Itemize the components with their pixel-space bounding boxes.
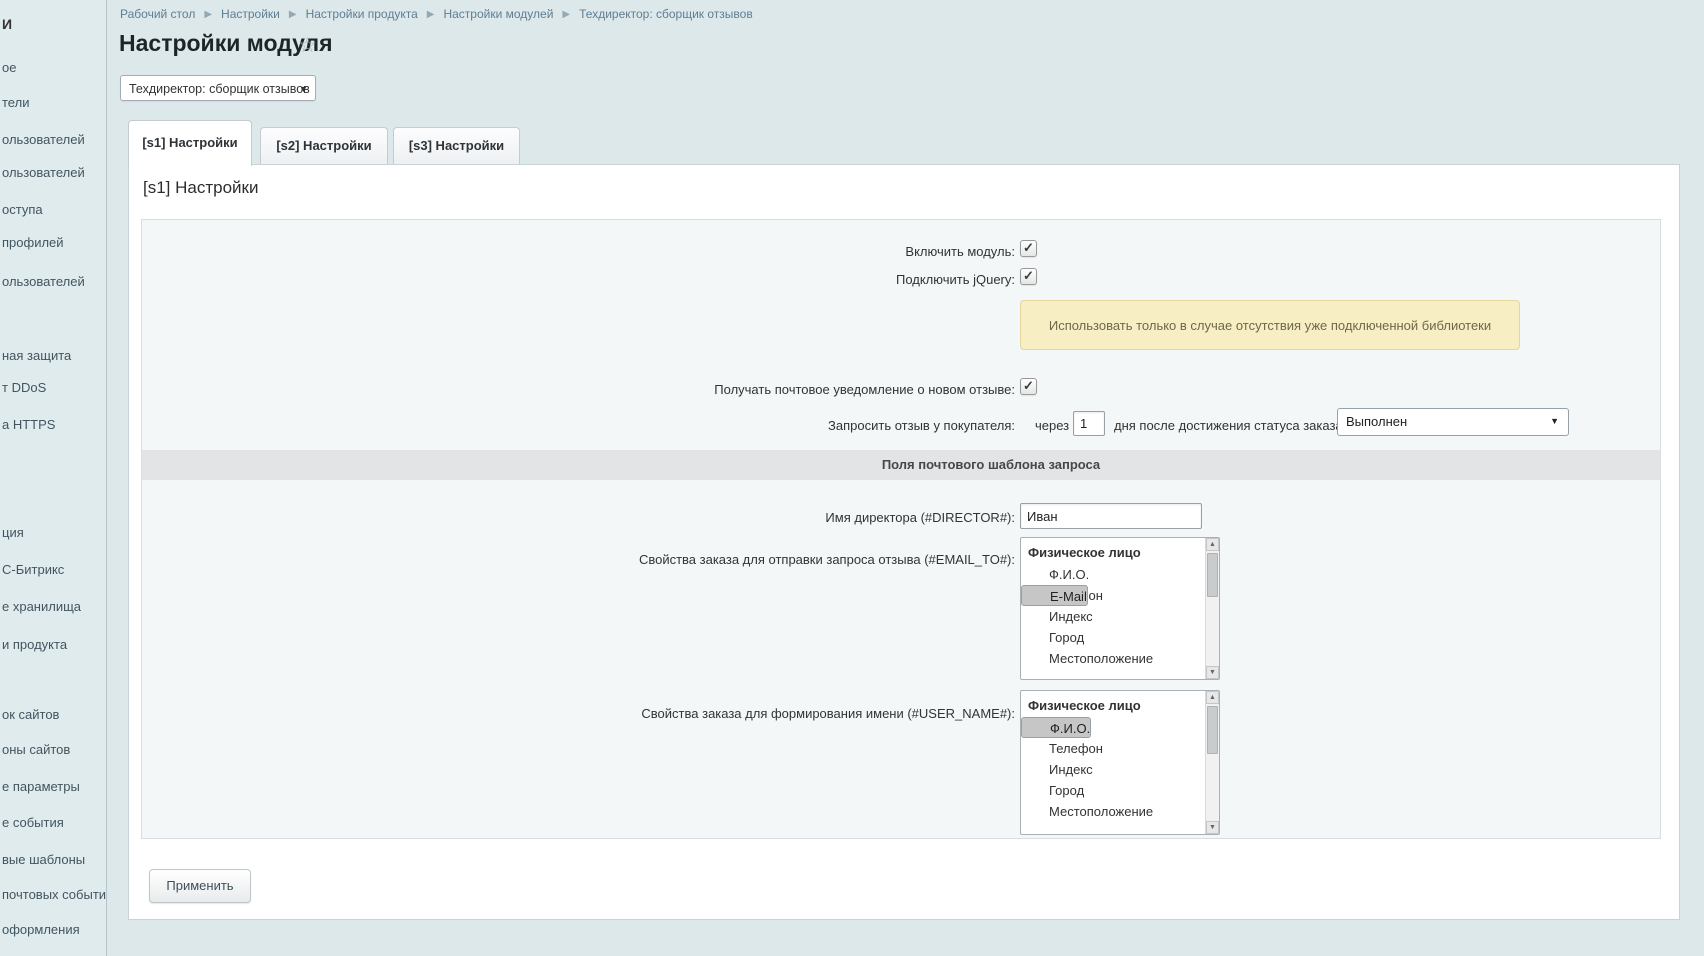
sidebar-item[interactable]: оны сайтов (2, 742, 70, 757)
sidebar-item[interactable]: ользователей (2, 132, 85, 147)
breadcrumb-item[interactable]: Настройки модулей (443, 7, 553, 21)
sidebar-item[interactable]: а HTTPS (2, 417, 55, 432)
include-jquery-checkbox[interactable] (1020, 268, 1037, 285)
breadcrumb-item-current: Техдиректор: сборщик отзывов (579, 7, 753, 21)
order-status-select[interactable]: Выполнен ▼ (1337, 408, 1569, 436)
days-input[interactable] (1073, 411, 1105, 436)
sidebar-item[interactable]: ользователей (2, 165, 85, 180)
listbox-email-to[interactable]: Физическое лицоФ.И.О.E-MailТелефонИндекс… (1020, 537, 1220, 680)
sidebar-item[interactable]: тели (2, 95, 29, 110)
scrollbar[interactable]: ▲ ▼ (1205, 691, 1219, 834)
sidebar-item[interactable]: почтовых событи (2, 887, 106, 902)
listbox-option[interactable]: Ф.И.О. (1021, 564, 1205, 585)
scrollbar[interactable]: ▲ ▼ (1205, 538, 1219, 679)
scroll-down-icon[interactable]: ▼ (1206, 666, 1219, 679)
left-sidebar: И ое тели ользователей ользователей осту… (0, 0, 107, 956)
request-review-suffix: дня после достижения статуса заказа (1114, 418, 1343, 433)
email-notify-checkbox[interactable] (1020, 378, 1037, 395)
breadcrumb-arrow-icon: ▶ (289, 9, 297, 20)
listbox-option[interactable]: Местоположение (1021, 648, 1205, 669)
director-name-input[interactable] (1020, 503, 1202, 529)
sidebar-item[interactable]: ок сайтов (2, 707, 59, 722)
section-heading: [s1] Настройки (143, 178, 258, 198)
include-jquery-label: Подключить jQuery: (155, 272, 1015, 287)
sidebar-item[interactable]: т DDoS (2, 380, 46, 395)
listbox-option[interactable]: Местоположение (1021, 801, 1205, 822)
breadcrumb-item[interactable]: Настройки продукта (306, 7, 418, 21)
sidebar-item[interactable]: е хранилища (2, 599, 81, 614)
director-name-label: Имя директора (#DIRECTOR#): (155, 510, 1015, 525)
listbox-option[interactable]: Индекс (1021, 606, 1205, 627)
sidebar-item[interactable]: ция (2, 525, 24, 540)
listbox-option[interactable]: Город (1021, 780, 1205, 801)
apply-button[interactable]: Применить (149, 869, 251, 903)
module-selector[interactable]: Техдиректор: сборщик отзывов ▼ (120, 75, 316, 101)
sidebar-item[interactable]: е события (2, 815, 64, 830)
scroll-up-icon[interactable]: ▲ (1206, 691, 1219, 704)
chevron-down-icon: ▼ (1550, 416, 1559, 426)
breadcrumb-arrow-icon: ▶ (427, 9, 435, 20)
sidebar-item[interactable]: ользователей (2, 274, 85, 289)
admin-settings-page: И ое тели ользователей ользователей осту… (0, 0, 1704, 956)
sidebar-section-header: И (2, 16, 12, 32)
scrollbar-thumb[interactable] (1207, 553, 1218, 597)
enable-module-checkbox[interactable] (1020, 240, 1037, 257)
tab-s2-settings[interactable]: [s2] Настройки (260, 127, 388, 164)
breadcrumb-arrow-icon: ▶ (204, 9, 212, 20)
listbox-option[interactable]: Телефон (1021, 738, 1205, 759)
listbox-option[interactable]: Индекс (1021, 759, 1205, 780)
listbox-option[interactable]: Город (1021, 627, 1205, 648)
scroll-up-icon[interactable]: ▲ (1206, 538, 1219, 551)
email-to-label: Свойства заказа для отправки запроса отз… (155, 552, 1015, 567)
template-fields-header: Поля почтового шаблона запроса (142, 450, 1660, 480)
breadcrumb-item[interactable]: Рабочий стол (120, 7, 195, 21)
sidebar-item[interactable]: е параметры (2, 779, 80, 794)
request-review-prefix: через (1035, 418, 1069, 433)
order-status-value: Выполнен (1346, 414, 1407, 429)
sidebar-item[interactable]: С-Битрикс (2, 562, 64, 577)
email-notify-label: Получать почтовое уведомление о новом от… (155, 382, 1015, 397)
listbox-user-name[interactable]: Физическое лицоФ.И.О.E-MailТелефонИндекс… (1020, 690, 1220, 835)
sidebar-item[interactable]: ое (2, 60, 16, 75)
sidebar-item[interactable]: оступа (2, 202, 43, 217)
settings-form: Включить модуль: Подключить jQuery: Испо… (141, 219, 1661, 839)
listbox-option[interactable]: Ф.И.О. (1021, 717, 1091, 738)
jquery-note: Использовать только в случае отсутствия … (1020, 300, 1520, 350)
enable-module-label: Включить модуль: (155, 244, 1015, 259)
user-name-label: Свойства заказа для формирования имени (… (155, 706, 1015, 721)
scroll-down-icon[interactable]: ▼ (1206, 821, 1219, 834)
breadcrumb-arrow-icon: ▶ (562, 9, 570, 20)
option-group-label: Физическое лицо (1021, 691, 1205, 717)
breadcrumb-item[interactable]: Настройки (221, 7, 280, 21)
sidebar-item[interactable]: профилей (2, 235, 64, 250)
sidebar-item[interactable]: вые шаблоны (2, 852, 85, 867)
chevron-down-icon: ▼ (299, 76, 308, 102)
sidebar-item[interactable]: и продукта (2, 637, 67, 652)
sidebar-item[interactable]: оформления (2, 922, 80, 937)
sidebar-item[interactable]: ная защита (2, 348, 71, 363)
scrollbar-thumb[interactable] (1207, 706, 1218, 754)
request-review-label: Запросить отзыв у покупателя: (155, 418, 1015, 433)
breadcrumb: Рабочий стол ▶ Настройки ▶ Настройки продукт… (120, 7, 753, 21)
tab-s1-settings[interactable]: [s1] Настройки (128, 120, 252, 166)
tab-s3-settings[interactable]: [s3] Настройки (393, 127, 520, 164)
module-selector-value: Техдиректор: сборщик отзывов (129, 82, 310, 96)
listbox-option[interactable]: E-Mail (1021, 585, 1088, 606)
option-group-label: Физическое лицо (1021, 538, 1205, 564)
favorite-star-icon[interactable]: ☆ (298, 33, 317, 58)
settings-panel: [s1] Настройки Включить модуль: Подключи… (128, 164, 1680, 920)
